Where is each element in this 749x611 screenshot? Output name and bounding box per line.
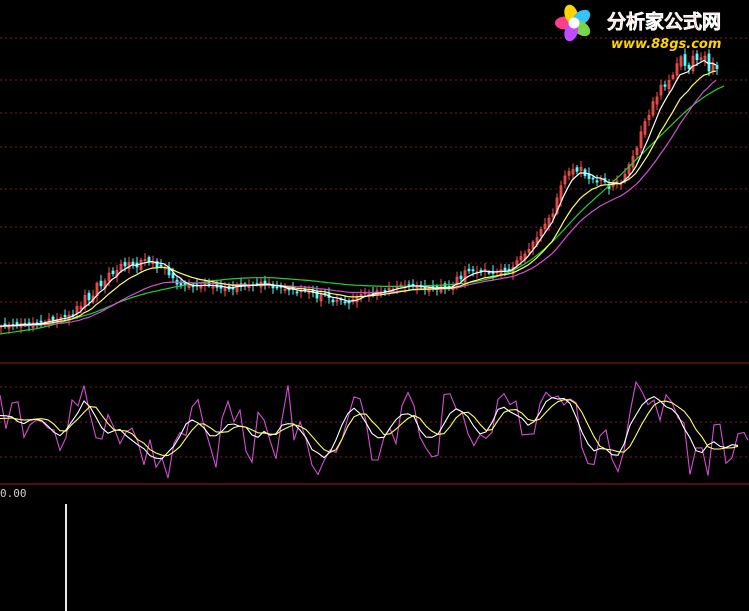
watermark-title: 分析家公式网 [607, 10, 721, 33]
stock-chart[interactable]: 0.00 分析家公式网 www.88gs.com [0, 0, 749, 611]
watermark-url: www.88gs.com [611, 37, 721, 52]
indicator-value-readout: 0.00 [0, 487, 27, 500]
